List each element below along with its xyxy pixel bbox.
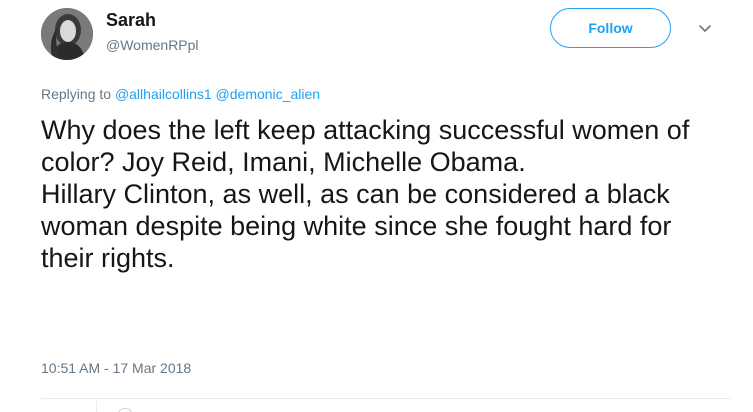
tweet-text: Why does the left keep attacking success… (41, 114, 731, 274)
chevron-down-icon[interactable] (697, 20, 713, 36)
replying-to-label: Replying to (41, 86, 112, 102)
tweet-paragraph: Why does the left keep attacking success… (41, 115, 690, 177)
author-handle[interactable]: @WomenRPpl (106, 37, 199, 53)
divider (41, 398, 731, 399)
tweet-paragraph: Hillary Clinton, as well, as can be cons… (41, 179, 672, 273)
profile-photo-icon (41, 8, 93, 60)
follow-button[interactable]: Follow (550, 8, 671, 48)
tweet-timestamp[interactable]: 10:51 AM - 17 Mar 2018 (41, 360, 191, 376)
replying-to: Replying to @allhailcollins1 @demonic_al… (41, 86, 320, 102)
mention-link[interactable]: @demonic_alien (216, 86, 321, 102)
thread-line (96, 401, 97, 412)
reply-icon[interactable] (118, 408, 132, 412)
mention-link[interactable]: @allhailcollins1 (115, 86, 212, 102)
avatar[interactable] (41, 8, 93, 60)
author-name[interactable]: Sarah (106, 10, 156, 31)
